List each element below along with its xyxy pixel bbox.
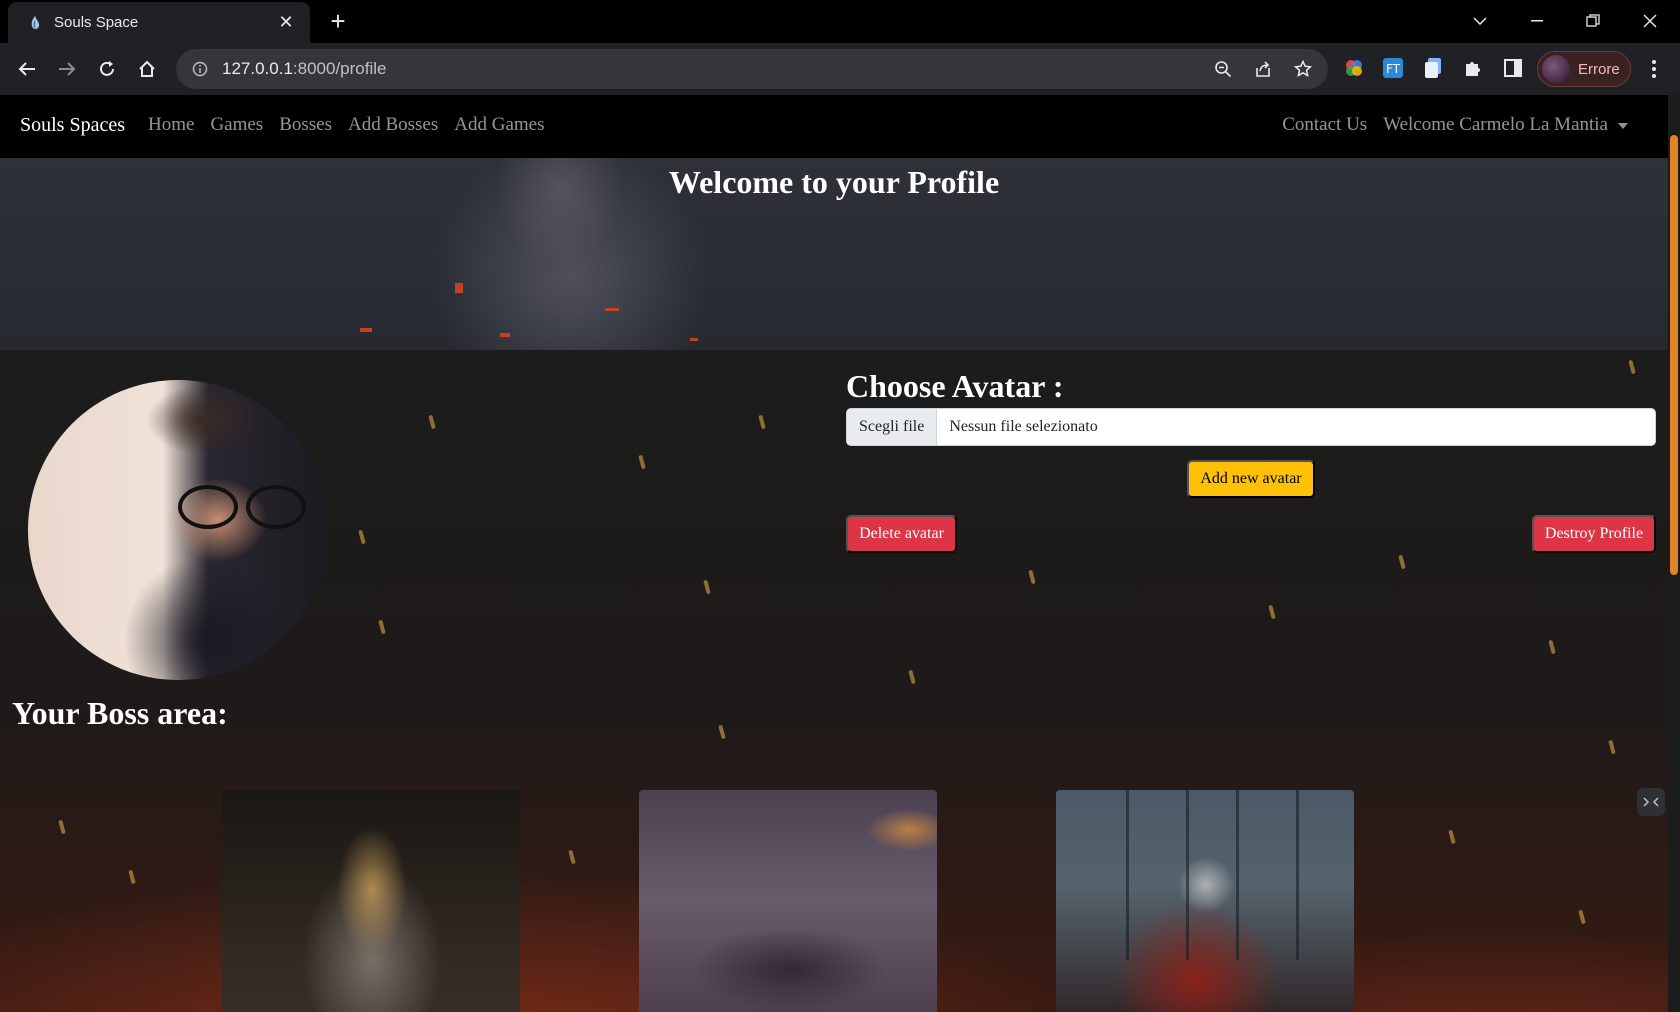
site-info-icon[interactable] [190,59,210,79]
url-text: 127.0.0.1:8000/profile [222,59,387,78]
hero-ember [500,333,510,337]
home-icon[interactable] [130,53,164,85]
ember-spark [1398,554,1406,570]
docs-extension-icon[interactable] [1420,55,1446,81]
ember-spark [908,669,916,685]
add-avatar-button[interactable]: Add new avatar [1187,460,1315,498]
browser-tabstrip: Souls Space ✕ + [0,0,1680,43]
window-bar [1296,790,1299,960]
user-welcome-text: Welcome Carmelo La Mantia [1383,114,1608,135]
extensions-puzzle-icon[interactable] [1460,55,1486,81]
ember-spark [378,619,386,635]
choose-file-button[interactable]: Scegli file [847,409,938,445]
hero-ember [455,283,463,293]
ember-spark [568,849,576,865]
ember-spark [1028,569,1036,585]
browser-tab[interactable]: Souls Space ✕ [8,2,310,43]
nav-link-add-games[interactable]: Add Games [454,114,544,136]
browser-toolbar: 127.0.0.1:8000/profile FT Errore [0,43,1680,95]
tab-close-icon[interactable]: ✕ [274,12,298,33]
choose-avatar-title: Choose Avatar : [846,368,1064,404]
new-tab-icon[interactable]: + [324,8,352,36]
svg-text:FT: FT [1386,62,1401,76]
file-status-text: Nessun file selezionato [949,418,1098,435]
zoom-out-icon[interactable] [1210,59,1236,79]
navbar-brand[interactable]: Souls Spaces [20,114,125,137]
boss-area-title: Your Boss area: [12,695,228,731]
window-bar [1186,790,1189,960]
boss-card-image[interactable] [1056,790,1354,1012]
profile-label: Errore [1578,60,1620,78]
scrollbar-thumb[interactable] [1670,135,1678,575]
ft-extension-icon[interactable]: FT [1380,55,1406,81]
share-icon[interactable] [1250,59,1276,79]
ember-spark [638,454,646,470]
ember-spark [718,724,726,740]
minimize-icon[interactable] [1517,8,1557,34]
browser-menu-icon[interactable] [1644,55,1664,83]
navbar-right: Contact Us Welcome Carmelo La Mantia [1282,114,1628,136]
ember-spark [1548,639,1556,655]
ember-spark [1608,739,1616,755]
hero-ember [360,328,372,332]
ember-spark [1448,829,1456,845]
nav-link-bosses[interactable]: Bosses [279,114,332,136]
user-dropdown-toggle[interactable]: Welcome Carmelo La Mantia [1383,114,1628,136]
reload-icon[interactable] [90,53,124,85]
ember-spark [1628,359,1636,375]
page-viewport: Souls Spaces Home Games Bosses Add Bosse… [0,95,1680,1012]
ember-spark [1578,909,1586,925]
hero-ember [605,308,619,311]
window-bar [1236,790,1239,960]
avatar-file-input[interactable]: Scegli file Nessun file selezionato [846,408,1656,446]
avatar-glasses-left [178,485,238,529]
profile-content: Choose Avatar : Scegli file Nessun file … [0,350,1668,1012]
dropdown-caret-icon [1618,122,1628,129]
site-navbar: Souls Spaces Home Games Bosses Add Bosse… [0,95,1668,158]
hero-ember [690,338,698,341]
tab-title: Souls Space [54,14,139,31]
ember-spark [58,819,66,835]
nav-link-home[interactable]: Home [148,114,194,136]
ember-spark [758,414,766,430]
ember-spark [1268,604,1276,620]
back-icon[interactable] [10,53,44,85]
tab-search-icon[interactable] [1460,8,1500,34]
color-extension-icon[interactable] [1341,55,1367,81]
destroy-profile-button[interactable]: Destroy Profile [1532,515,1656,553]
navbar-links: Home Games Bosses Add Bosses Add Games [148,114,545,136]
nav-link-contact[interactable]: Contact Us [1282,114,1367,136]
page-scrollbar[interactable] [1668,95,1680,1012]
floating-widget-icon[interactable] [1637,788,1665,816]
nav-link-add-bosses[interactable]: Add Bosses [348,114,438,136]
profile-avatar [1542,55,1570,83]
profile-chip[interactable]: Errore [1537,51,1631,87]
nav-link-games[interactable]: Games [210,114,263,136]
avatar-glasses-right [246,485,306,529]
ember-spark [428,414,436,430]
profile-hero: Welcome to your Profile [0,158,1668,350]
side-panel-icon[interactable] [1500,55,1526,81]
delete-avatar-button[interactable]: Delete avatar [846,515,957,553]
ember-spark [358,529,366,545]
restore-icon[interactable] [1573,8,1613,34]
bookmark-star-icon[interactable] [1290,59,1316,79]
page-title: Welcome to your Profile [668,164,1000,200]
favicon-icon [28,15,42,31]
close-window-icon[interactable] [1630,8,1670,34]
address-bar[interactable]: 127.0.0.1:8000/profile [176,49,1328,89]
boss-card-image[interactable] [639,790,937,1012]
forward-icon[interactable] [50,53,84,85]
boss-card-image[interactable] [222,790,520,1012]
window-bar [1126,790,1129,960]
ember-spark [128,869,136,885]
ember-spark [703,579,711,595]
user-avatar [28,380,328,680]
